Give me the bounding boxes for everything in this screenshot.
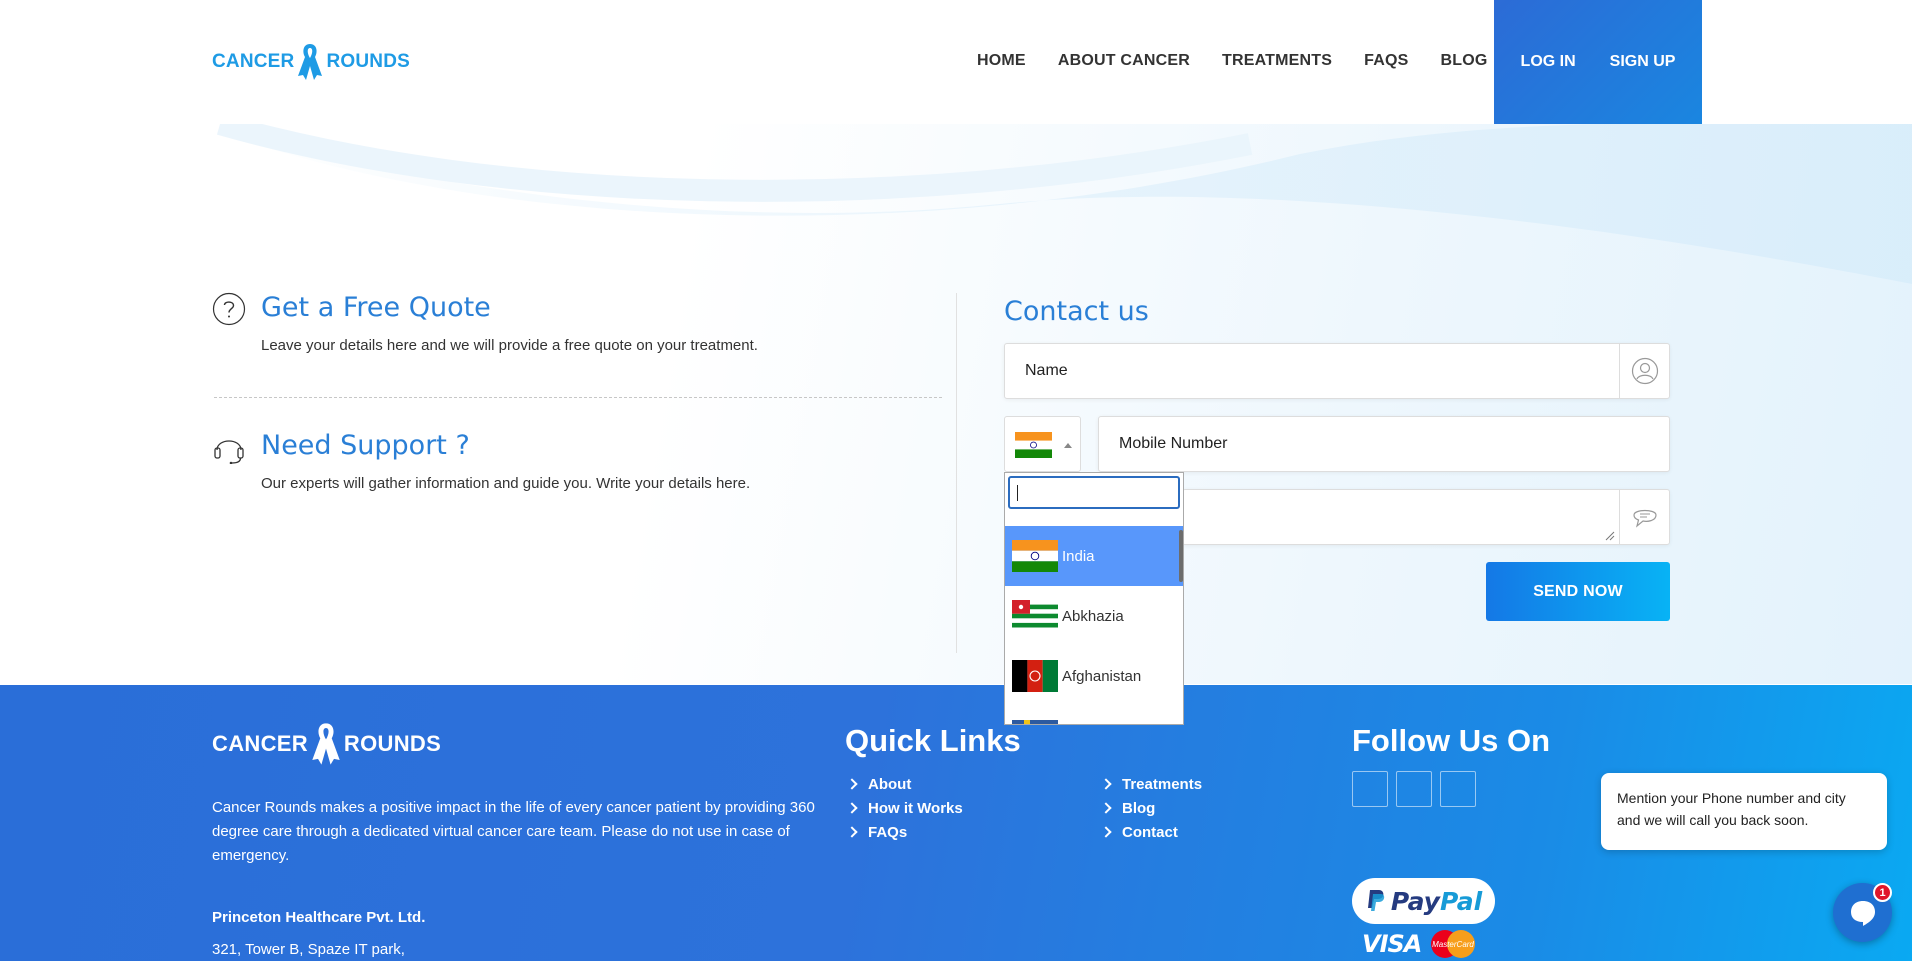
country-option-label: Abkhazia (1062, 607, 1124, 625)
country-option-afghanistan[interactable]: Afghanistan (1005, 646, 1183, 706)
login-link[interactable]: LOG IN (1521, 53, 1576, 71)
vertical-divider (956, 293, 957, 653)
quick-link-contact[interactable]: Contact (1100, 823, 1202, 841)
free-quote-title: Get a Free Quote (261, 292, 491, 323)
name-placeholder: Name (1025, 362, 1068, 379)
chevron-right-icon (1100, 826, 1112, 838)
follow-us-heading: Follow Us On (1352, 723, 1551, 758)
footer-address: 321, Tower B, Spaze IT park, (212, 941, 405, 958)
dropdown-scrollbar[interactable] (1179, 530, 1183, 582)
need-support-desc: Our experts will gather information and … (261, 475, 751, 492)
site-header: CANCER ROUNDS HOME ABOUT CANCER TREATMEN… (0, 0, 1912, 124)
social-icon-1[interactable] (1352, 771, 1388, 807)
logo-text-left: CANCER (212, 51, 295, 72)
country-option-abkhazia[interactable]: Abkhazia (1005, 586, 1183, 646)
chevron-right-icon (846, 802, 858, 814)
nav-treatments[interactable]: TREATMENTS (1222, 52, 1332, 70)
chat-prompt-bubble[interactable]: Mention your Phone number and city and w… (1601, 773, 1887, 850)
country-dropdown: India Abkhazia Afghanistan (1004, 472, 1184, 725)
country-option-label: India (1062, 547, 1095, 565)
user-icon (1619, 344, 1669, 398)
visa-logo: VISA (1362, 930, 1422, 958)
social-icon-3[interactable] (1440, 771, 1476, 807)
free-quote-desc: Leave your details here and we will prov… (261, 337, 758, 354)
paypal-text-pay: Pay (1390, 886, 1440, 916)
headset-icon (214, 440, 244, 464)
flag-india-icon (1015, 432, 1052, 458)
quick-links-heading: Quick Links (845, 723, 1021, 758)
quick-links-col-1: About How it Works FAQs (846, 775, 963, 841)
flag-abkhazia-icon (1012, 600, 1058, 632)
country-search-input[interactable] (1008, 476, 1180, 509)
quick-link-label: About (868, 775, 912, 793)
country-option-partial[interactable] (1005, 706, 1183, 724)
logo-text-right: ROUNDS (326, 51, 411, 72)
chevron-right-icon (846, 826, 858, 838)
quick-link-label: Contact (1122, 823, 1178, 841)
chevron-up-icon (1064, 443, 1072, 448)
mastercard-logo: MasterCard (1431, 930, 1476, 958)
mastercard-text: MasterCard (1432, 940, 1474, 949)
chevron-right-icon (1100, 778, 1112, 790)
nav-blog[interactable]: BLOG (1441, 52, 1488, 70)
section-divider (214, 397, 942, 398)
nav-faqs[interactable]: FAQS (1364, 52, 1408, 70)
text-cursor (1017, 485, 1018, 501)
ribbon-icon (298, 44, 323, 80)
send-now-button[interactable]: SEND NOW (1486, 562, 1670, 621)
nav-about-cancer[interactable]: ABOUT CANCER (1058, 52, 1190, 70)
mobile-placeholder: Mobile Number (1119, 435, 1228, 452)
flag-india-icon (1012, 540, 1058, 572)
name-field[interactable]: Name (1004, 343, 1670, 399)
resize-handle-icon[interactable] (1605, 531, 1615, 541)
flag-afghanistan-icon (1012, 660, 1058, 692)
footer-logo-text-right: ROUNDS (343, 731, 442, 756)
country-code-select[interactable] (1004, 416, 1081, 472)
paypal-p-icon (1367, 890, 1385, 911)
paypal-text-pal: Pal (1439, 886, 1483, 916)
ribbon-icon (312, 723, 340, 765)
country-option-label: Afghanistan (1062, 667, 1142, 685)
footer-company-name: Princeton Healthcare Pvt. Ltd. (212, 909, 426, 926)
country-option-india[interactable]: India (1005, 526, 1183, 586)
chat-bubble-icon (1619, 490, 1669, 544)
auth-panel: LOG IN SIGN UP (1494, 0, 1702, 124)
quick-link-faqs[interactable]: FAQs (846, 823, 963, 841)
footer-logo-text-left: CANCER (212, 731, 308, 756)
quick-link-label: How it Works (868, 799, 963, 817)
social-icon-2[interactable] (1396, 771, 1432, 807)
chevron-right-icon (1100, 802, 1112, 814)
social-links (1352, 771, 1476, 807)
quick-link-how-it-works[interactable]: How it Works (846, 799, 963, 817)
main-nav: HOME ABOUT CANCER TREATMENTS FAQS BLOG (977, 52, 1488, 70)
message-field[interactable] (1182, 489, 1670, 545)
footer-logo[interactable]: CANCER ROUNDS (212, 721, 441, 767)
payment-cards: VISA MasterCard (1362, 929, 1479, 959)
need-support-title: Need Support ? (261, 430, 470, 461)
quick-link-about[interactable]: About (846, 775, 963, 793)
quick-link-blog[interactable]: Blog (1100, 799, 1202, 817)
flag-partial-icon (1012, 720, 1058, 724)
chat-icon (1850, 900, 1875, 926)
quick-link-label: Blog (1122, 799, 1156, 817)
paypal-logo: Pay Pal (1352, 878, 1495, 924)
quick-links-col-2: Treatments Blog Contact (1100, 775, 1203, 841)
nav-home[interactable]: HOME (977, 52, 1026, 70)
question-circle-icon (212, 292, 246, 326)
mobile-number-field[interactable]: Mobile Number (1098, 416, 1670, 472)
quick-link-label: FAQs (868, 823, 908, 841)
quick-link-treatments[interactable]: Treatments (1100, 775, 1203, 793)
chat-notification-badge: 1 (1873, 883, 1892, 902)
signup-link[interactable]: SIGN UP (1610, 53, 1676, 71)
quick-link-label: Treatments (1122, 775, 1203, 793)
chevron-right-icon (846, 778, 858, 790)
site-logo[interactable]: CANCER ROUNDS (212, 42, 410, 82)
footer-about-text: Cancer Rounds makes a positive impact in… (212, 799, 815, 864)
contact-title: Contact us (1004, 296, 1149, 327)
